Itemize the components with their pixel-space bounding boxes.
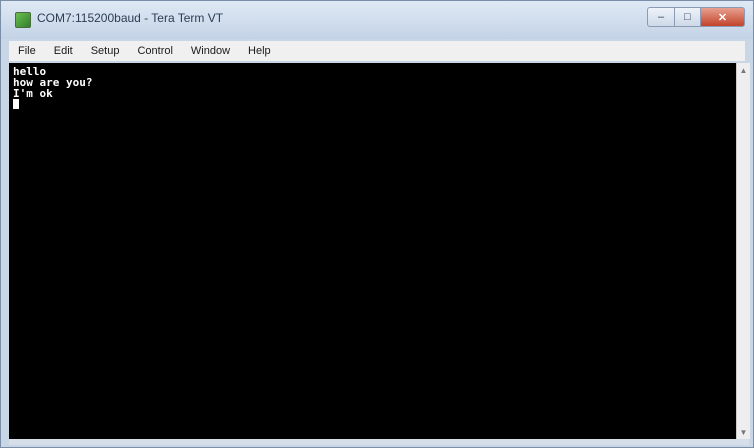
scroll-up-arrow-icon[interactable]: ▲ bbox=[737, 63, 750, 77]
tera-term-window: COM7:115200baud - Tera Term VT – □ ✕ Fil… bbox=[0, 0, 754, 448]
cursor-line bbox=[13, 99, 732, 110]
caption-buttons: – □ ✕ bbox=[647, 7, 745, 27]
menu-setup[interactable]: Setup bbox=[88, 44, 123, 58]
close-button[interactable]: ✕ bbox=[701, 7, 745, 27]
text-cursor bbox=[13, 99, 19, 109]
window-title: COM7:115200baud - Tera Term VT bbox=[37, 11, 224, 25]
terminal-line: hello bbox=[13, 65, 47, 78]
terminal-line: I'm ok bbox=[13, 87, 53, 100]
terminal-screen[interactable]: hello how are you? I'm ok bbox=[9, 63, 736, 439]
menu-control[interactable]: Control bbox=[134, 44, 175, 58]
menu-help[interactable]: Help bbox=[245, 44, 274, 58]
terminal-line: how are you? bbox=[13, 76, 93, 89]
tera-term-icon[interactable] bbox=[15, 12, 31, 28]
vertical-scrollbar[interactable]: ▲ ▼ bbox=[736, 63, 750, 439]
menu-bar: File Edit Setup Control Window Help bbox=[9, 41, 745, 61]
menu-edit[interactable]: Edit bbox=[51, 44, 76, 58]
title-bar[interactable]: COM7:115200baud - Tera Term VT – □ ✕ bbox=[1, 1, 753, 39]
minimize-button[interactable]: – bbox=[647, 7, 675, 27]
scroll-down-arrow-icon[interactable]: ▼ bbox=[737, 425, 750, 439]
menu-file[interactable]: File bbox=[15, 44, 39, 58]
window-bottom-border bbox=[9, 439, 749, 445]
menu-window[interactable]: Window bbox=[188, 44, 233, 58]
maximize-button[interactable]: □ bbox=[675, 7, 701, 27]
